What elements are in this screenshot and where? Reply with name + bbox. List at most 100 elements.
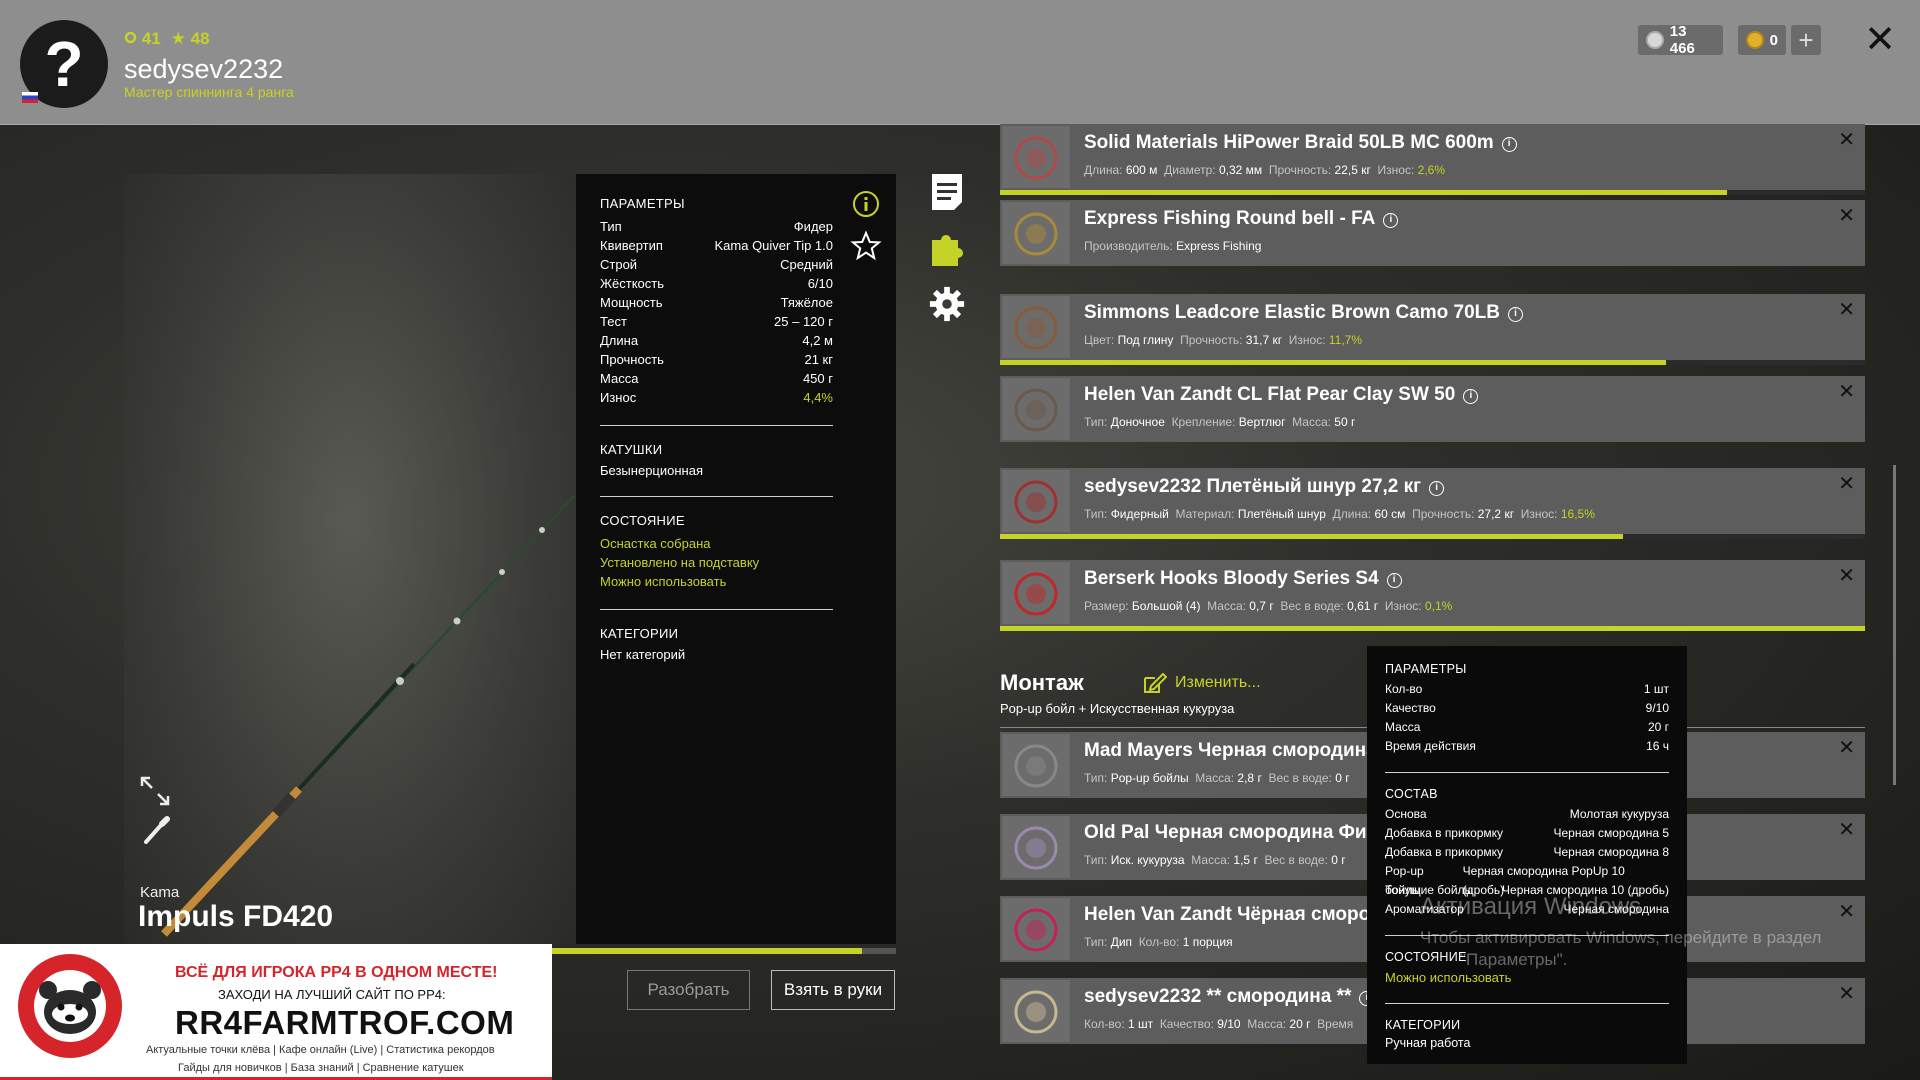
add-gold-button[interactable]: + xyxy=(1791,25,1821,55)
attr-value: Вертлюг xyxy=(1238,415,1286,429)
param-value: 16 ч xyxy=(1646,739,1669,753)
disassemble-button[interactable]: Разобрать xyxy=(627,970,750,1010)
attr-label: Прочность: xyxy=(1268,163,1332,177)
tackle-item[interactable]: Helen Van Zandt CL Flat Pear Clay SW 50 i… xyxy=(1000,376,1865,442)
item-attributes: Тип: Дип Кол-во: 1 порция xyxy=(1084,935,1239,949)
item-thumbnail-icon xyxy=(1014,826,1058,870)
attr-label: Качество: xyxy=(1159,1017,1214,1031)
info-icon[interactable]: i xyxy=(1383,213,1399,228)
remove-item-icon[interactable]: ✕ xyxy=(1838,203,1855,228)
param-row: Износ 4,4% xyxy=(600,388,833,407)
item-attributes: Размер: Большой (4) Масса: 0,7 г Вес в в… xyxy=(1084,599,1459,613)
remove-item-icon[interactable]: ✕ xyxy=(1838,563,1855,588)
param-key: Квивертип xyxy=(600,238,663,253)
param-row: Добавка в прикормку Черная смородина 8 xyxy=(1385,843,1669,862)
info-icon[interactable]: i xyxy=(1501,137,1517,152)
rank-title: Мастер спиннинга 4 ранга xyxy=(124,84,294,100)
param-key: Износ xyxy=(600,390,637,405)
param-row: Добавка в прикормку Черная смородина 5 xyxy=(1385,824,1669,843)
expand-icon[interactable] xyxy=(138,774,172,808)
ad-features-line: Гайды для новичков | База знаний | Сравн… xyxy=(178,1062,464,1074)
info-icon[interactable]: i xyxy=(1463,389,1479,404)
tackle-item[interactable]: Express Fishing Round bell - FA i Производ… xyxy=(1000,200,1865,266)
remove-item-icon[interactable]: ✕ xyxy=(1838,471,1855,496)
attr-value: 1 порция xyxy=(1182,935,1233,949)
tooltip-categories-title: КАТЕГОРИИ xyxy=(1385,1018,1461,1032)
param-value: Средний xyxy=(780,257,833,272)
item-thumbnail-icon xyxy=(1014,908,1058,952)
remove-item-icon[interactable]: ✕ xyxy=(1838,817,1855,842)
param-row: Тест 25 – 120 г xyxy=(600,312,833,331)
info-icon[interactable]: i xyxy=(1386,573,1402,588)
param-key: Кол-во xyxy=(1385,682,1423,696)
attr-value: Pop-up бойлы xyxy=(1110,771,1189,785)
attr-label: Кол-во: xyxy=(1084,1017,1125,1031)
take-in-hands-button[interactable]: Взять в руки xyxy=(771,970,895,1010)
item-thumbnail-icon xyxy=(1014,306,1058,350)
attr-value: 2,6% xyxy=(1417,163,1446,177)
remove-item-icon[interactable]: ✕ xyxy=(1838,735,1855,760)
remove-item-icon[interactable]: ✕ xyxy=(1838,379,1855,404)
puzzle-icon[interactable] xyxy=(928,228,966,268)
attr-value: 1,5 г xyxy=(1233,853,1258,867)
param-key: Тип xyxy=(600,219,622,234)
raccoon-logo-icon xyxy=(18,954,122,1058)
param-value: 20 г xyxy=(1647,720,1669,734)
attr-value: 22,5 кг xyxy=(1334,163,1371,177)
paint-brush-icon[interactable] xyxy=(138,814,172,848)
info-icon[interactable] xyxy=(852,190,880,218)
attr-label: Длина: xyxy=(1332,507,1372,521)
param-key: Длина xyxy=(600,333,639,348)
param-key: Строй xyxy=(600,257,638,272)
ad-headline: ВСЁ ДЛЯ ИГРОКА РР4 В ОДНОМ МЕСТЕ! xyxy=(175,964,498,981)
param-row: Длина 4,2 м xyxy=(600,331,833,350)
param-row: Прочность 21 кг xyxy=(600,350,833,369)
param-key: Прочность xyxy=(600,352,664,367)
attr-value: Плетёный шнур xyxy=(1237,507,1326,521)
remove-item-icon[interactable]: ✕ xyxy=(1838,981,1855,1006)
attr-label: Масса: xyxy=(1207,599,1246,613)
ad-site-link[interactable]: RR4FARMTROF.COM xyxy=(175,1004,514,1042)
tooltip-categories-value: Ручная работа xyxy=(1385,1036,1471,1050)
tackle-item[interactable]: sedysev2232 Плетёный шнур 27,2 кг i Тип: Ф… xyxy=(1000,468,1865,534)
wear-bar-fill xyxy=(1000,190,1727,195)
param-row: Качество 9/10 xyxy=(1385,699,1669,718)
item-title: Simmons Leadcore Elastic Brown Camo 70LB… xyxy=(1084,302,1524,324)
remove-item-icon[interactable]: ✕ xyxy=(1838,899,1855,924)
tackle-item[interactable]: Simmons Leadcore Elastic Brown Camo 70LB… xyxy=(1000,294,1865,360)
ad-banner[interactable]: ВСЁ ДЛЯ ИГРОКА РР4 В ОДНОМ МЕСТЕ! ЗАХОДИ… xyxy=(0,944,552,1080)
attr-label: Вес в воде: xyxy=(1264,853,1328,867)
attr-value: 27,2 кг xyxy=(1477,507,1515,521)
param-key: Основа xyxy=(1385,807,1427,821)
scrollbar-thumb[interactable] xyxy=(1893,465,1896,785)
attr-value: 0 г xyxy=(1331,853,1346,867)
remove-item-icon[interactable]: ✕ xyxy=(1838,127,1855,152)
item-thumbnail xyxy=(1002,202,1070,264)
param-value: Черная смородина PopUp 10 (дробь) xyxy=(1462,864,1625,897)
tackle-item[interactable]: Solid Materials HiPower Braid 50LB MC 60… xyxy=(1000,124,1865,190)
attr-value: Express Fishing xyxy=(1176,239,1262,253)
item-title: Mad Mayers Черная смородинаi xyxy=(1084,740,1400,762)
item-thumbnail-icon xyxy=(1014,136,1058,180)
attr-label: Время xyxy=(1317,1017,1354,1031)
wear-bar-fill xyxy=(1000,626,1865,631)
remove-item-icon[interactable]: ✕ xyxy=(1838,297,1855,322)
favorite-star-icon[interactable] xyxy=(850,230,882,262)
tackle-item[interactable]: Berserk Hooks Bloody Series S4 i Размер: Б… xyxy=(1000,560,1865,626)
param-row: Жёсткость 6/10 xyxy=(600,274,833,293)
divider xyxy=(600,496,833,497)
attr-value: 16,5% xyxy=(1560,507,1595,521)
notes-icon[interactable] xyxy=(928,172,966,212)
rod-preview[interactable]: Kama Impuls FD420 xyxy=(124,174,576,944)
info-icon[interactable]: i xyxy=(1429,481,1445,496)
attr-label: Диаметр: xyxy=(1164,163,1216,177)
info-icon[interactable]: i xyxy=(1508,307,1524,322)
attr-label: Масса: xyxy=(1195,771,1235,785)
param-key: Масса xyxy=(1385,720,1421,734)
close-button[interactable]: ✕ xyxy=(1860,20,1900,60)
item-thumbnail-icon xyxy=(1014,212,1058,256)
item-thumbnail xyxy=(1002,980,1070,1042)
gear-icon[interactable] xyxy=(928,284,966,324)
ad-subheadline: ЗАХОДИ НА ЛУЧШИЙ САЙТ ПО РР4: xyxy=(218,987,446,1002)
mount-edit-button[interactable]: Изменить... xyxy=(1143,672,1261,694)
